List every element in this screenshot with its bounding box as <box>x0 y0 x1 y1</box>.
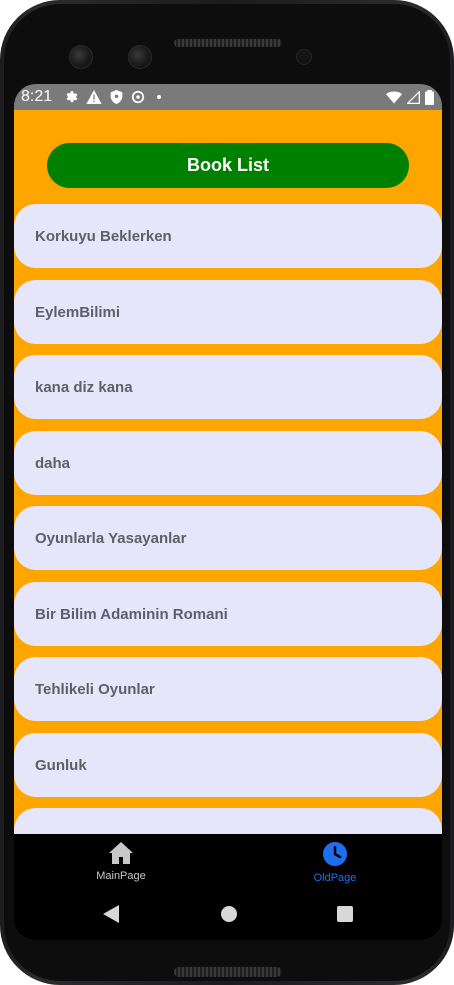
status-time: 8:21 <box>21 88 53 105</box>
status-icons-right <box>386 89 434 105</box>
list-item[interactable]: kana diz kana <box>14 355 442 419</box>
list-item[interactable]: Oyunlarla Yasayanlar <box>14 506 442 570</box>
warning-icon <box>86 90 102 104</box>
dot-icon <box>157 95 162 99</box>
wifi-icon <box>386 91 402 103</box>
recents-icon[interactable] <box>336 906 353 922</box>
battery-icon <box>425 89 434 105</box>
bottom-speaker <box>174 967 282 977</box>
proximity-sensor <box>296 49 312 65</box>
list-item[interactable]: daha <box>14 431 442 495</box>
list-item[interactable] <box>14 808 442 834</box>
list-item[interactable]: Gunluk <box>14 733 442 797</box>
phone-frame: 8:21 Book List Korkuyu Beklerken EylemBi… <box>0 0 454 985</box>
screen: 8:21 Book List Korkuyu Beklerken EylemBi… <box>14 84 442 940</box>
sync-icon <box>132 90 145 104</box>
earpiece-speaker <box>174 39 282 47</box>
front-camera-right <box>128 45 152 69</box>
nav-main-page-label: MainPage <box>96 870 146 882</box>
list-item[interactable]: Tehlikeli Oyunlar <box>14 657 442 721</box>
back-icon[interactable] <box>103 905 121 923</box>
bottom-navigation: MainPage OldPage <box>14 834 442 888</box>
home-circle-icon[interactable] <box>220 905 238 923</box>
shield-icon <box>110 90 123 104</box>
status-bar: 8:21 <box>14 84 442 110</box>
list-item[interactable]: Korkuyu Beklerken <box>14 204 442 268</box>
clock-icon <box>323 842 347 866</box>
app-content: Book List Korkuyu Beklerken EylemBilimi … <box>14 110 442 834</box>
list-item[interactable]: EylemBilimi <box>14 280 442 344</box>
nav-old-page[interactable]: OldPage <box>228 834 442 888</box>
front-camera-left <box>69 45 93 69</box>
status-icons-left <box>64 90 162 104</box>
signal-icon <box>407 90 420 104</box>
nav-old-page-label: OldPage <box>313 872 357 884</box>
home-icon <box>109 842 133 864</box>
system-navigation-bar <box>14 888 442 940</box>
book-list-button[interactable]: Book List <box>47 143 409 188</box>
gear-icon <box>66 91 78 103</box>
list-item[interactable]: Bir Bilim Adaminin Romani <box>14 582 442 646</box>
nav-main-page[interactable]: MainPage <box>14 834 228 888</box>
